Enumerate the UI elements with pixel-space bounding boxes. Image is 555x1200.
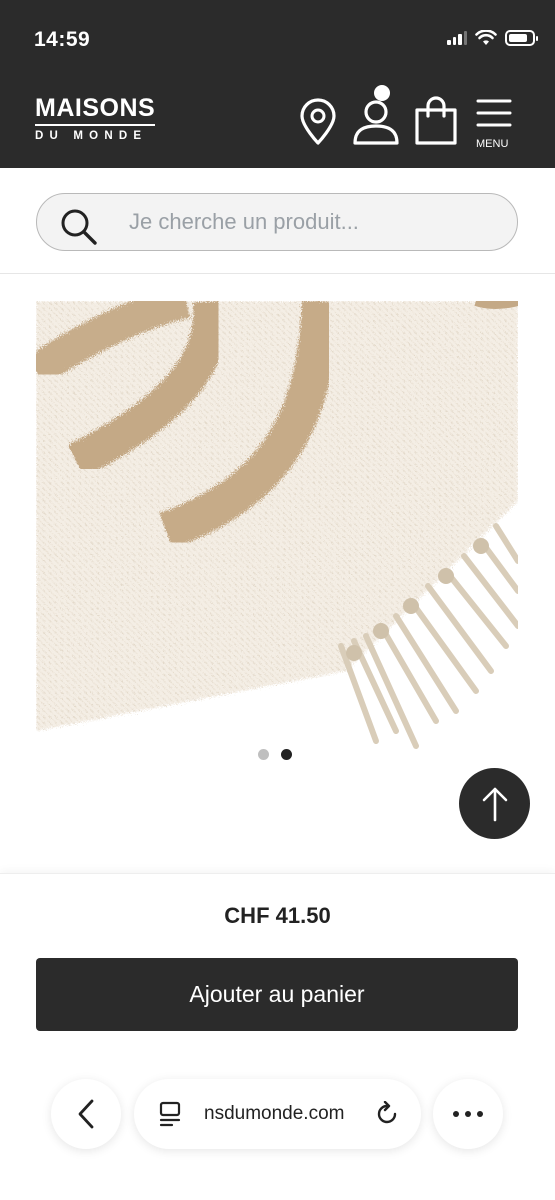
- reload-icon[interactable]: [374, 1101, 400, 1127]
- menu-label[interactable]: MENU: [476, 138, 508, 150]
- scroll-to-top-button[interactable]: [459, 768, 530, 839]
- account-icon[interactable]: [352, 84, 402, 146]
- carousel-dot-1[interactable]: [258, 749, 269, 760]
- top-bar: 14:59 MAISONS DU MONDE MENU: [0, 0, 555, 168]
- signal-icon: [447, 31, 467, 45]
- tabs-icon[interactable]: [158, 1101, 182, 1127]
- carousel-dot-2[interactable]: [281, 749, 292, 760]
- search-input[interactable]: [129, 194, 499, 249]
- logo-main: MAISONS: [35, 96, 156, 126]
- battery-icon: [505, 30, 538, 46]
- arrow-up-icon: [482, 787, 507, 821]
- logo[interactable]: MAISONS DU MONDE: [35, 96, 156, 142]
- status-icons: [447, 30, 538, 46]
- search-icon: [61, 209, 97, 245]
- wifi-icon: [475, 30, 497, 45]
- hamburger-menu-icon[interactable]: [476, 98, 512, 128]
- rug-photo: [36, 301, 518, 771]
- search-section: [0, 168, 555, 274]
- add-to-cart-button[interactable]: Ajouter au panier: [36, 958, 518, 1031]
- logo-sub: DU MONDE: [35, 130, 148, 142]
- status-time: 14:59: [34, 28, 91, 51]
- browser-more-button[interactable]: [433, 1079, 503, 1149]
- shopping-bag-icon[interactable]: [414, 96, 458, 146]
- product-price: CHF 41.50: [224, 903, 331, 928]
- address-bar[interactable]: nsdumonde.com: [134, 1079, 421, 1149]
- back-icon: [78, 1099, 94, 1129]
- product-image[interactable]: [36, 301, 518, 771]
- browser-back-button[interactable]: [51, 1079, 121, 1149]
- more-icon: [453, 1111, 483, 1117]
- carousel-dots: [258, 749, 292, 760]
- location-pin-icon[interactable]: [298, 98, 338, 146]
- search-bar[interactable]: [36, 193, 518, 251]
- url-text: nsdumonde.com: [204, 1103, 345, 1124]
